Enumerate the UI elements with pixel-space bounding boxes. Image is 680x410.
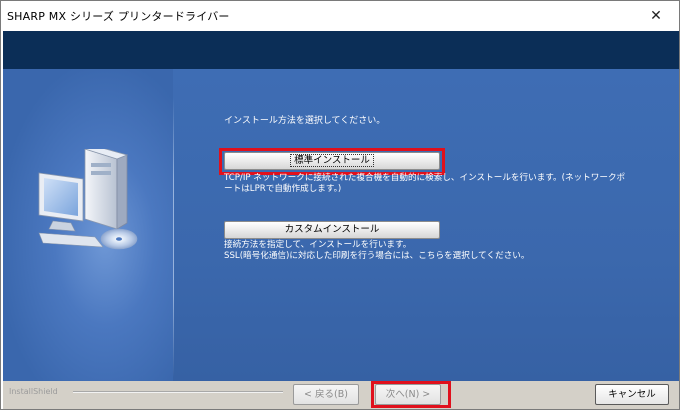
custom-desc-line2: SSL(暗号化通信)に対応した印刷を行う場合には、こちらを選択してください。 <box>224 251 530 261</box>
next-button[interactable]: 次へ(N) > <box>375 384 441 405</box>
standard-install-button[interactable]: 標準インストール <box>224 152 440 170</box>
footer-separator <box>73 391 283 392</box>
title-bar: SHARP MX シリーズ プリンタードライバー ✕ <box>1 1 679 31</box>
custom-install-button[interactable]: カスタムインストール <box>224 221 440 239</box>
standard-install-description: TCP/IP ネットワークに接続された複合機を自動的に検索し、インストールを行い… <box>224 173 664 195</box>
instruction-text: インストール方法を選択してください。 <box>224 116 386 126</box>
content-area: インストール方法を選択してください。 標準インストール TCP/IP ネットワー… <box>3 69 679 381</box>
installer-window: SHARP MX シリーズ プリンタードライバー ✕ インストール方法を選択して… <box>0 0 680 410</box>
standard-install-label: 標準インストール <box>290 154 374 167</box>
footer-bar: InstallShield < 戻る(B) 次へ(N) > キャンセル <box>3 381 679 409</box>
back-button[interactable]: < 戻る(B) <box>293 384 359 405</box>
computer-icon <box>38 149 138 250</box>
cancel-button[interactable]: キャンセル <box>595 384 669 405</box>
left-panel <box>3 69 173 381</box>
header-band <box>3 31 679 69</box>
installshield-label: InstallShield <box>9 387 58 396</box>
standard-desc-line2: ートはLPRで自動作成します。) <box>224 184 342 194</box>
custom-install-label: カスタムインストール <box>284 224 380 235</box>
window-title: SHARP MX シリーズ プリンタードライバー <box>7 10 230 23</box>
panel-divider <box>173 97 174 377</box>
standard-desc-line1: TCP/IP ネットワークに接続された複合機を自動的に検索し、インストールを行い… <box>224 173 626 183</box>
close-icon[interactable]: ✕ <box>633 1 679 31</box>
custom-desc-line1: 接続方法を指定して、インストールを行います。 <box>224 240 412 250</box>
custom-install-description: 接続方法を指定して、インストールを行います。 SSL(暗号化通信)に対応した印刷… <box>224 240 664 262</box>
